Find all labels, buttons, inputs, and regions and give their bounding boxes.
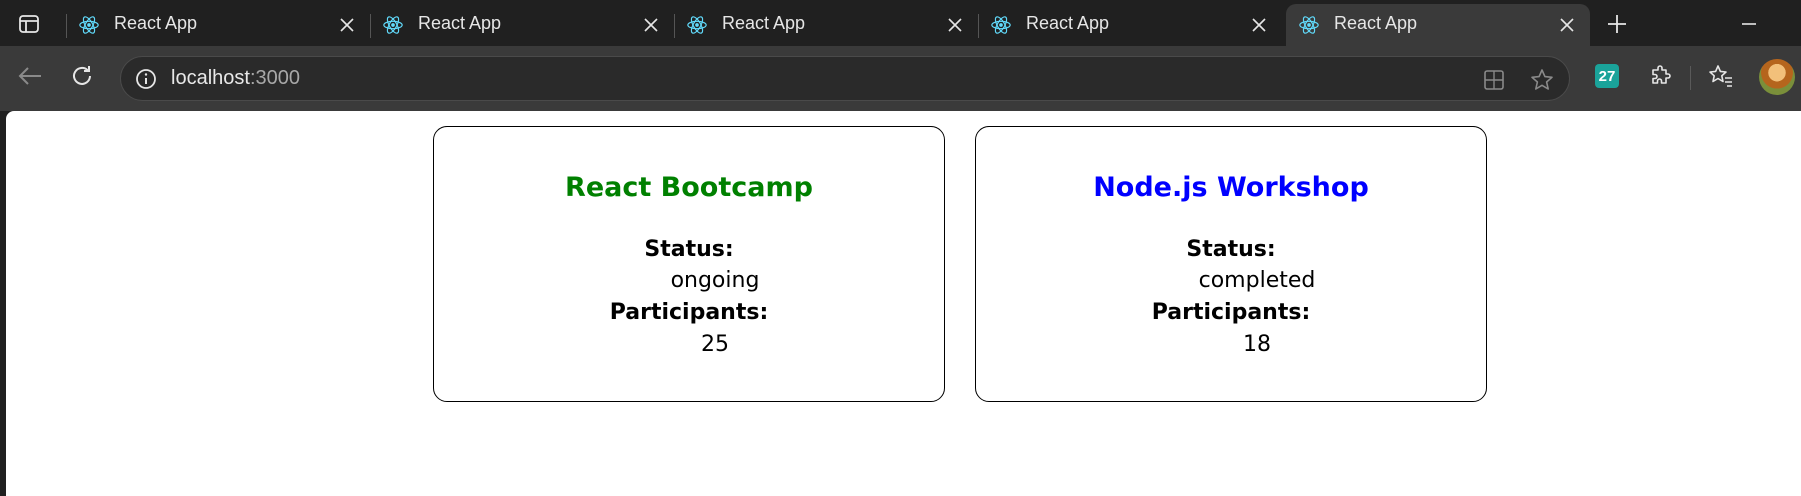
back-icon[interactable]	[14, 60, 46, 92]
tab-title: React App	[418, 13, 502, 33]
tab-title: React App	[114, 13, 198, 33]
browser-tab[interactable]: React App	[674, 4, 978, 46]
minimize-icon[interactable]	[1736, 11, 1762, 37]
status-value: ongoing	[670, 268, 760, 293]
close-icon[interactable]	[1248, 14, 1270, 36]
extension-27-icon[interactable]: 27	[1591, 60, 1623, 92]
participants-label: Participants:	[609, 300, 769, 325]
tab-separator	[674, 14, 675, 38]
browser-tab-active[interactable]: React App	[1286, 4, 1590, 46]
browser-tab[interactable]: React App	[66, 4, 370, 46]
extension-badge: 27	[1595, 64, 1619, 88]
browser-tab[interactable]: React App	[978, 4, 1282, 46]
react-icon	[991, 16, 1011, 34]
url-port: :3000	[249, 67, 300, 89]
url-host: localhost	[171, 67, 250, 89]
tab-separator	[978, 14, 979, 38]
close-icon[interactable]	[1556, 14, 1578, 36]
extensions-puzzle-icon[interactable]	[1645, 60, 1677, 92]
toolbar-divider	[1690, 66, 1691, 90]
favorites-icon[interactable]	[1705, 60, 1737, 92]
status-label: Status:	[1186, 237, 1276, 262]
status-value: completed	[1198, 268, 1316, 293]
address-bar[interactable]: localhost:3000	[120, 56, 1570, 101]
react-icon	[79, 16, 99, 34]
page-viewport: React Bootcamp Status: ongoing Participa…	[6, 111, 1801, 496]
react-icon	[687, 16, 707, 34]
tab-title: React App	[722, 13, 806, 33]
react-icon	[383, 16, 403, 34]
info-icon[interactable]	[135, 68, 157, 90]
new-tab-icon[interactable]	[1604, 11, 1630, 37]
url-text: localhost:3000	[171, 67, 300, 90]
event-card: Node.js Workshop Status: completed Parti…	[975, 126, 1487, 402]
profile-avatar[interactable]	[1759, 59, 1795, 95]
favorite-star-icon[interactable]	[1529, 67, 1555, 93]
tab-actions-icon[interactable]	[16, 11, 42, 37]
reload-icon[interactable]	[66, 60, 98, 92]
tab-separator	[66, 14, 67, 38]
event-title: Node.js Workshop	[1093, 172, 1369, 203]
close-icon[interactable]	[640, 14, 662, 36]
browser-tab[interactable]: React App	[370, 4, 674, 46]
browser-toolbar: localhost:3000 27	[0, 46, 1801, 111]
close-icon[interactable]	[944, 14, 966, 36]
tab-title: React App	[1026, 13, 1110, 33]
participants-label: Participants:	[1151, 300, 1311, 325]
tab-strip: React App React App React App React App …	[0, 0, 1801, 46]
tab-title: React App	[1334, 13, 1418, 33]
event-title: React Bootcamp	[565, 172, 813, 203]
react-icon	[1299, 16, 1319, 34]
close-icon[interactable]	[336, 14, 358, 36]
participants-value: 25	[701, 332, 729, 357]
tab-separator	[370, 14, 371, 38]
status-label: Status:	[644, 237, 734, 262]
app-available-icon[interactable]	[1481, 67, 1507, 93]
participants-value: 18	[1243, 332, 1271, 357]
event-card: React Bootcamp Status: ongoing Participa…	[433, 126, 945, 402]
